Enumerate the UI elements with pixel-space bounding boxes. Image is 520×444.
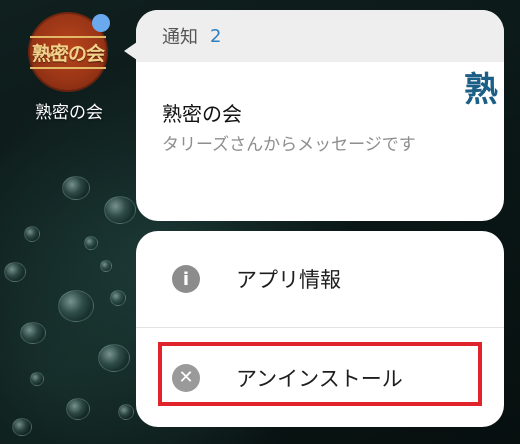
notification-card[interactable]: 通知 2 熟密の会 タリーズさんからメッセージです 熟 [136, 10, 504, 221]
background-bubble [98, 344, 130, 372]
background-bubble [12, 418, 32, 436]
app-logo-text: 熟密の会 [29, 35, 106, 69]
background-bubble [20, 322, 46, 344]
app-info-label: アプリ情報 [236, 268, 341, 292]
app-name-label: 熟密の会 [35, 103, 103, 123]
background-bubble [104, 196, 136, 224]
notification-thumbnail: 熟 [464, 70, 498, 110]
background-bubble [62, 176, 90, 200]
info-icon: i [172, 265, 200, 293]
app-info-button[interactable]: i アプリ情報 [136, 231, 504, 327]
background-bubble [66, 398, 90, 420]
background-bubble [100, 260, 112, 272]
notification-title: 熟密の会 [162, 102, 242, 126]
notification-message: タリーズさんからメッセージです [162, 135, 416, 155]
background-bubble [4, 262, 26, 282]
notification-header: 通知 2 [136, 10, 504, 62]
background-bubble [24, 226, 40, 242]
notification-badge-dot [92, 14, 110, 32]
uninstall-highlight-box [158, 342, 482, 406]
background-bubble [118, 404, 134, 420]
notification-header-label: 通知 [162, 27, 198, 48]
background-bubble [58, 290, 94, 322]
background-bubble [84, 236, 98, 250]
notification-count: 2 [210, 25, 222, 47]
notification-item[interactable]: 熟密の会 タリーズさんからメッセージです [136, 62, 504, 157]
background-bubble [30, 372, 44, 386]
background-bubble [110, 290, 126, 306]
